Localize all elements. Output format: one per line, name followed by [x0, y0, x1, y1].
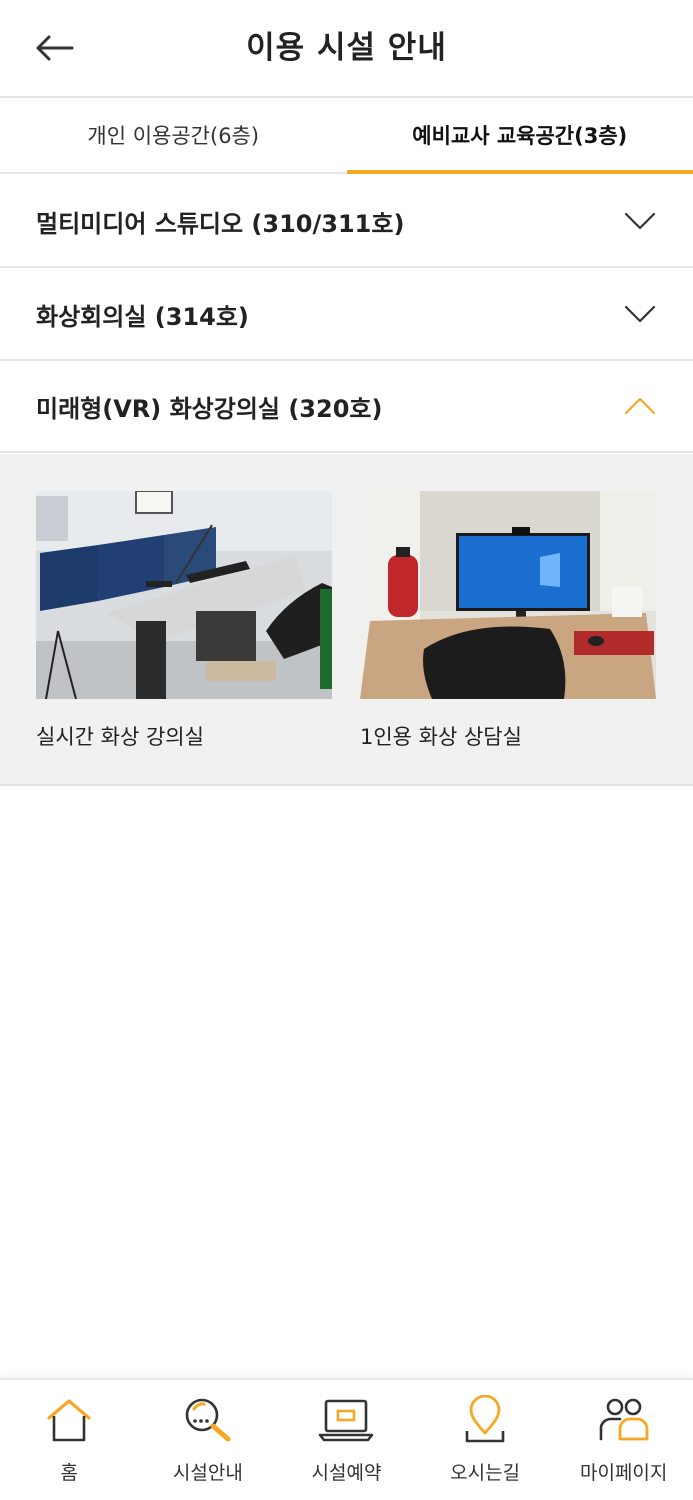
- nav-label: 시설안내: [172, 1462, 243, 1484]
- home-icon: [47, 1399, 91, 1442]
- chevron-down-icon: [623, 304, 657, 324]
- bottom-navigation: 홈 시설안내 시설예약 오시는길 마이페이지: [0, 1378, 693, 1500]
- nav-item-facility-info[interactable]: 시설안내: [139, 1380, 278, 1500]
- accordion-item-video-conference-room[interactable]: 화상회의실 (314호): [0, 269, 693, 361]
- nav-label: 마이페이지: [579, 1462, 668, 1484]
- nav-label: 시설예약: [311, 1462, 382, 1484]
- accordion-item-multimedia-studio[interactable]: 멀티미디어 스튜디오 (310/311호): [0, 176, 693, 268]
- lecture-room-photo: [36, 491, 332, 699]
- nav-label: 오시는길: [450, 1462, 521, 1484]
- chevron-down-icon: [623, 211, 657, 231]
- tab-personal-space[interactable]: 개인 이용공간(6층): [0, 98, 347, 172]
- nav-label: 홈: [60, 1462, 79, 1484]
- accordion-title: 멀티미디어 스튜디오 (310/311호): [36, 209, 405, 238]
- people-icon: [599, 1398, 649, 1441]
- page-title: 이용 시설 안내: [246, 30, 447, 66]
- tab-teacher-education-space[interactable]: 예비교사 교육공간(3층): [346, 98, 693, 174]
- accordion-item-vr-lecture-room[interactable]: 미래형(VR) 화상강의실 (320호): [0, 361, 693, 453]
- accordion-panel-vr-lecture-room: 실시간 화상 강의실 1인용 화상 상담실: [0, 454, 693, 786]
- nav-item-home[interactable]: 홈: [0, 1380, 139, 1500]
- app-header: 이용 시설 안내: [0, 0, 693, 98]
- laptop-icon: [319, 1399, 374, 1442]
- nav-item-facility-reservation[interactable]: 시설예약: [277, 1380, 416, 1500]
- nav-item-directions[interactable]: 오시는길: [416, 1380, 555, 1500]
- room-caption: 1인용 화상 상담실: [360, 725, 522, 749]
- room-card-counseling[interactable]: 1인용 화상 상담실: [360, 491, 656, 751]
- room-caption: 실시간 화상 강의실: [36, 725, 204, 749]
- chevron-up-icon: [623, 396, 657, 416]
- search-icon: [185, 1398, 231, 1442]
- accordion-title: 미래형(VR) 화상강의실 (320호): [36, 394, 383, 423]
- nav-item-my-page[interactable]: 마이페이지: [554, 1380, 693, 1500]
- location-pin-icon: [465, 1395, 505, 1443]
- room-card-live-lecture[interactable]: 실시간 화상 강의실: [36, 491, 332, 751]
- accordion-title: 화상회의실 (314호): [36, 302, 249, 331]
- floor-tabs: 개인 이용공간(6층) 예비교사 교육공간(3층): [0, 98, 693, 174]
- counseling-room-photo: [360, 491, 656, 699]
